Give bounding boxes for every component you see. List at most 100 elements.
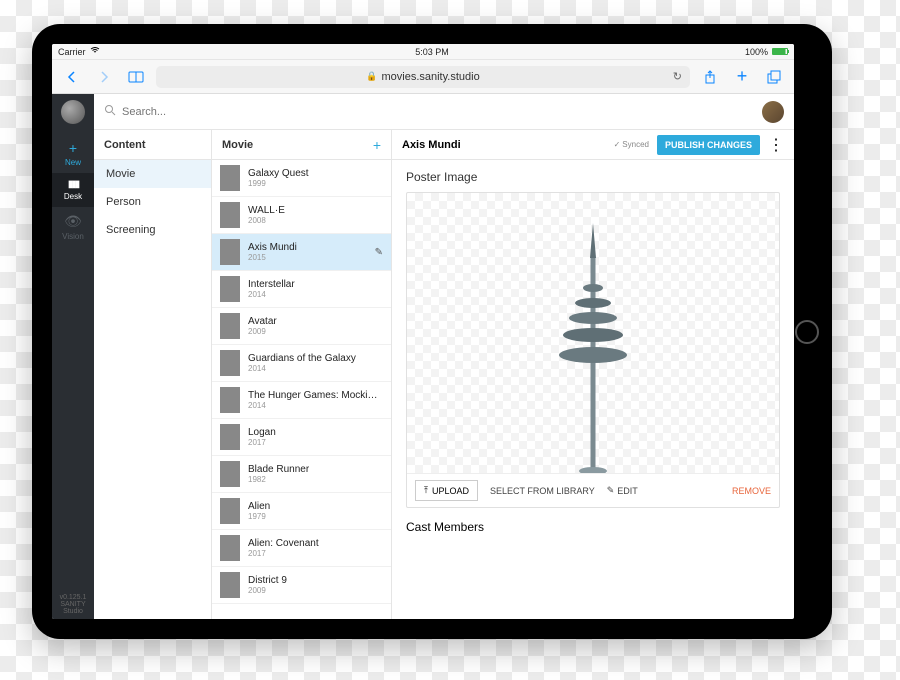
movie-item[interactable]: Avatar2009 [212, 308, 391, 345]
battery-icon [772, 48, 788, 55]
movie-title: District 9 [248, 575, 287, 586]
content-header: Content [94, 130, 211, 160]
edit-image-button[interactable]: ✎ EDIT [607, 485, 638, 496]
sanity-app: + New ▮▮▮ Desk 👁 Vision v0.125.1 SANITY … [52, 94, 794, 619]
movie-item[interactable]: The Hunger Games: Mockin…2014 [212, 382, 391, 419]
movie-column: Movie + Galaxy Quest1999WALL·E2008Axis M… [212, 130, 392, 619]
content-item-screening[interactable]: Screening [94, 216, 211, 244]
rail-item-desk[interactable]: ▮▮▮ Desk [52, 173, 94, 207]
workspace-logo[interactable] [61, 100, 85, 124]
content-header-label: Content [104, 139, 146, 151]
movie-item[interactable]: Galaxy Quest1999 [212, 160, 391, 197]
content-column: Content MoviePersonScreening [94, 130, 212, 619]
clock: 5:03 PM [415, 47, 449, 57]
movie-thumbnail [220, 165, 240, 191]
movie-item[interactable]: Logan2017 [212, 419, 391, 456]
sync-status: ✓ Synced [614, 140, 649, 149]
movie-thumbnail [220, 239, 240, 265]
upload-button[interactable]: ⤒ UPLOAD [415, 480, 478, 501]
movie-thumbnail [220, 313, 240, 339]
rail-label: Vision [62, 232, 84, 241]
version-label: v0.125.1 [52, 594, 94, 601]
screen: Carrier 5:03 PM 100% [52, 44, 794, 619]
movie-item[interactable]: Alien1979 [212, 493, 391, 530]
movie-header: Movie + [212, 130, 391, 160]
share-button[interactable] [698, 65, 722, 89]
search-input[interactable] [122, 106, 756, 118]
movie-year: 2009 [248, 586, 287, 595]
brand-label: SANITY Studio [52, 601, 94, 615]
select-library-button[interactable]: SELECT FROM LIBRARY [490, 486, 595, 496]
desk-columns: Content MoviePersonScreening Movie + Gal… [94, 130, 794, 619]
reload-icon[interactable]: ↻ [673, 70, 682, 83]
carrier-label: Carrier [58, 47, 86, 57]
poster-preview[interactable] [407, 193, 779, 473]
safari-toolbar: 🔒 movies.sanity.studio ↻ + [52, 60, 794, 94]
lock-icon: 🔒 [366, 71, 377, 82]
poster-image-content [533, 213, 653, 473]
movie-title: Blade Runner [248, 464, 309, 475]
plus-icon: + [52, 140, 94, 156]
movie-title: Alien: Covenant [248, 538, 319, 549]
back-button[interactable] [60, 65, 84, 89]
content-item-movie[interactable]: Movie [94, 160, 211, 188]
movie-title: Guardians of the Galaxy [248, 353, 356, 364]
movie-item[interactable]: Alien: Covenant2017 [212, 530, 391, 567]
movie-year: 2017 [248, 549, 319, 558]
editor-menu-button[interactable]: ⋮ [768, 135, 784, 155]
movie-thumbnail [220, 387, 240, 413]
url-text: movies.sanity.studio [381, 71, 479, 83]
cast-field-label: Cast Members [406, 520, 780, 534]
content-list: MoviePersonScreening [94, 160, 211, 619]
poster-field-label: Poster Image [406, 170, 780, 184]
movie-year: 1982 [248, 475, 309, 484]
desk-icon: ▮▮▮ [52, 179, 94, 190]
rail-label: Desk [64, 192, 82, 201]
forward-button[interactable] [92, 65, 116, 89]
movie-year: 2008 [248, 216, 285, 225]
movie-item[interactable]: Interstellar2014 [212, 271, 391, 308]
add-movie-button[interactable]: + [373, 137, 381, 153]
bookmarks-button[interactable] [124, 65, 148, 89]
movie-header-label: Movie [222, 139, 253, 151]
movie-item[interactable]: Blade Runner1982 [212, 456, 391, 493]
movie-year: 2009 [248, 327, 277, 336]
movie-thumbnail [220, 202, 240, 228]
movie-year: 2015 [248, 253, 297, 262]
ios-statusbar: Carrier 5:03 PM 100% [52, 44, 794, 60]
wifi-icon [90, 47, 100, 57]
movie-item[interactable]: Axis Mundi2015✎ [212, 234, 391, 271]
rail-item-new[interactable]: + New [52, 134, 94, 173]
movie-item[interactable]: Guardians of the Galaxy2014 [212, 345, 391, 382]
tablet-frame: Carrier 5:03 PM 100% [32, 24, 832, 639]
editor-column: Axis Mundi ✓ Synced PUBLISH CHANGES ⋮ Po… [392, 130, 794, 619]
movie-thumbnail [220, 572, 240, 598]
content-item-person[interactable]: Person [94, 188, 211, 216]
movie-year: 2014 [248, 401, 383, 410]
movie-item[interactable]: District 92009 [212, 567, 391, 604]
tabs-button[interactable] [762, 65, 786, 89]
url-bar[interactable]: 🔒 movies.sanity.studio ↻ [156, 66, 690, 88]
movie-thumbnail [220, 276, 240, 302]
user-avatar[interactable] [762, 101, 784, 123]
movie-title: Galaxy Quest [248, 168, 309, 179]
movie-title: Interstellar [248, 279, 295, 290]
pencil-icon: ✎ [375, 247, 383, 258]
movie-item[interactable]: WALL·E2008 [212, 197, 391, 234]
movie-title: Logan [248, 427, 276, 438]
new-tab-button[interactable]: + [730, 65, 754, 89]
pencil-icon: ✎ [607, 485, 615, 496]
publish-button[interactable]: PUBLISH CHANGES [657, 135, 760, 155]
document-title: Axis Mundi [402, 139, 606, 151]
battery-percent: 100% [745, 47, 768, 57]
rail-item-vision[interactable]: 👁 Vision [52, 207, 94, 247]
poster-actions: ⤒ UPLOAD SELECT FROM LIBRARY ✎ EDIT [407, 473, 779, 507]
rail-footer: v0.125.1 SANITY Studio [52, 590, 94, 619]
movie-list[interactable]: Galaxy Quest1999WALL·E2008Axis Mundi2015… [212, 160, 391, 619]
remove-image-button[interactable]: REMOVE [732, 486, 771, 496]
upload-icon: ⤒ [424, 485, 428, 496]
main-area: Content MoviePersonScreening Movie + Gal… [94, 94, 794, 619]
movie-thumbnail [220, 350, 240, 376]
tablet-home-button[interactable] [795, 320, 819, 344]
editor-body[interactable]: Poster Image [392, 160, 794, 619]
